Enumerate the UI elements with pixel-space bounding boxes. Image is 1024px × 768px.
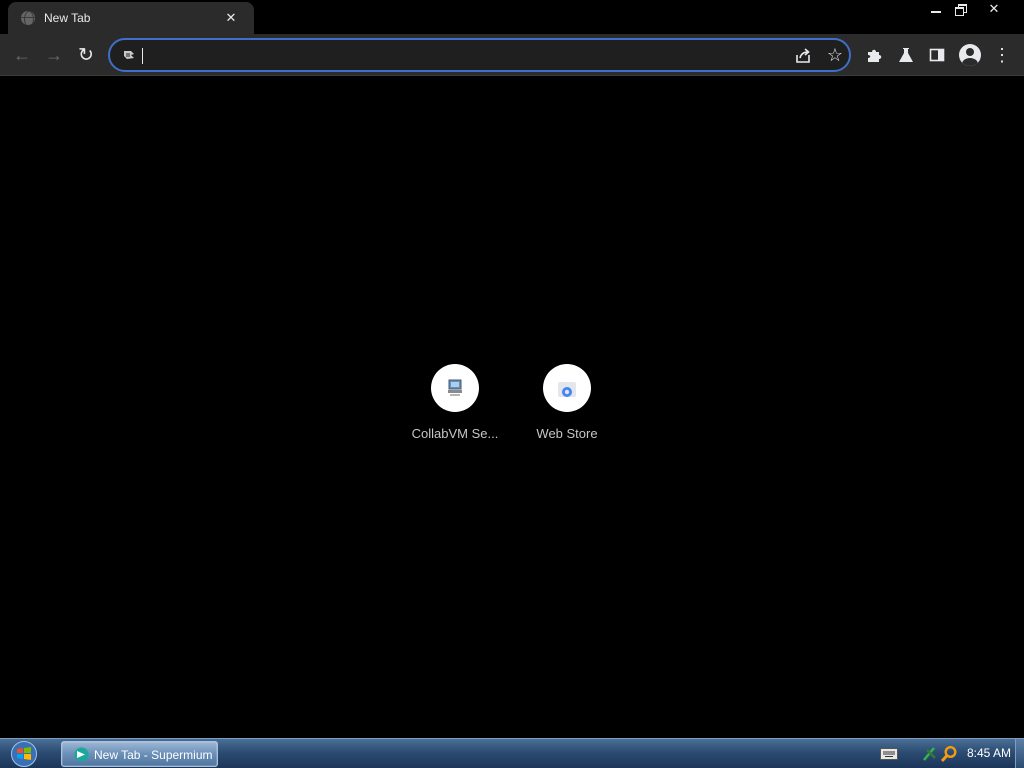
extensions-button[interactable]: [862, 43, 886, 67]
arrow-right-icon: →: [45, 45, 63, 65]
search-icon[interactable]: [940, 745, 958, 763]
tab-close-button[interactable]: ✕: [222, 9, 240, 27]
supermium-icon: [74, 747, 89, 762]
reload-icon: ↻: [78, 44, 94, 66]
side-panel-icon: [929, 48, 945, 62]
restore-button[interactable]: [948, 0, 972, 18]
browser-toolbar: ← → ↻ ☆ ⋮: [0, 34, 1024, 76]
puzzle-icon: [868, 49, 882, 62]
shortcut-label: CollabVM Se...: [411, 426, 499, 441]
address-bar[interactable]: ☆: [108, 38, 851, 72]
forward-button[interactable]: →: [42, 43, 66, 67]
restore-icon: [954, 4, 967, 16]
taskbar-item-browser[interactable]: New Tab - Supermium: [61, 741, 218, 767]
minimize-icon: [931, 11, 941, 13]
close-icon: ✕: [988, 1, 1000, 16]
kebab-menu-icon: ⋮: [993, 45, 1011, 65]
shortcut-icon-circle: [543, 364, 591, 412]
shortcut-collabvm[interactable]: CollabVM Se...: [399, 363, 511, 453]
web-store-icon: [558, 382, 576, 397]
arrow-left-icon: ←: [13, 45, 31, 65]
flask-icon: [899, 48, 913, 62]
shortcut-icon-circle: [431, 364, 479, 412]
labs-button[interactable]: [894, 43, 918, 67]
tab-strip: New Tab ✕ ✕: [0, 0, 1024, 34]
shortcut-web-store[interactable]: Web Store: [511, 363, 623, 453]
taskbar: New Tab - Supermium 8:45 AM: [0, 738, 1024, 768]
network-icon[interactable]: [922, 746, 938, 762]
tab-new-tab[interactable]: New Tab ✕: [8, 2, 254, 34]
back-button[interactable]: ←: [10, 43, 34, 67]
window-controls: ✕: [924, 0, 1016, 18]
share-icon[interactable]: [793, 46, 813, 66]
screen: New Tab ✕ ✕ ← → ↻ ☆ ⋮ CollabVM Se... Web…: [0, 0, 1024, 768]
start-button[interactable]: [8, 740, 40, 768]
bookmark-star-icon[interactable]: ☆: [824, 44, 846, 66]
minimize-button[interactable]: [924, 0, 948, 18]
address-input[interactable]: [142, 46, 762, 64]
text-caret: [142, 48, 143, 64]
shortcut-label: Web Store: [536, 426, 598, 441]
site-info-icon: [124, 51, 134, 59]
keyboard-icon[interactable]: [880, 748, 898, 760]
reload-button[interactable]: ↻: [74, 43, 98, 67]
new-tab-page: CollabVM Se... Web Store: [0, 77, 1024, 738]
globe-icon: [21, 11, 35, 25]
collabvm-icon: [448, 379, 462, 396]
menu-button[interactable]: ⋮: [990, 43, 1014, 67]
tab-title: New Tab: [44, 11, 91, 25]
show-desktop-button[interactable]: [1015, 739, 1024, 768]
side-panel-button[interactable]: [925, 43, 949, 67]
avatar-icon: [959, 44, 981, 66]
taskbar-clock[interactable]: 8:45 AM: [967, 746, 1011, 760]
profile-button[interactable]: [958, 43, 982, 67]
taskbar-item-label: New Tab - Supermium: [94, 748, 213, 762]
window-close-button[interactable]: ✕: [972, 0, 1016, 18]
